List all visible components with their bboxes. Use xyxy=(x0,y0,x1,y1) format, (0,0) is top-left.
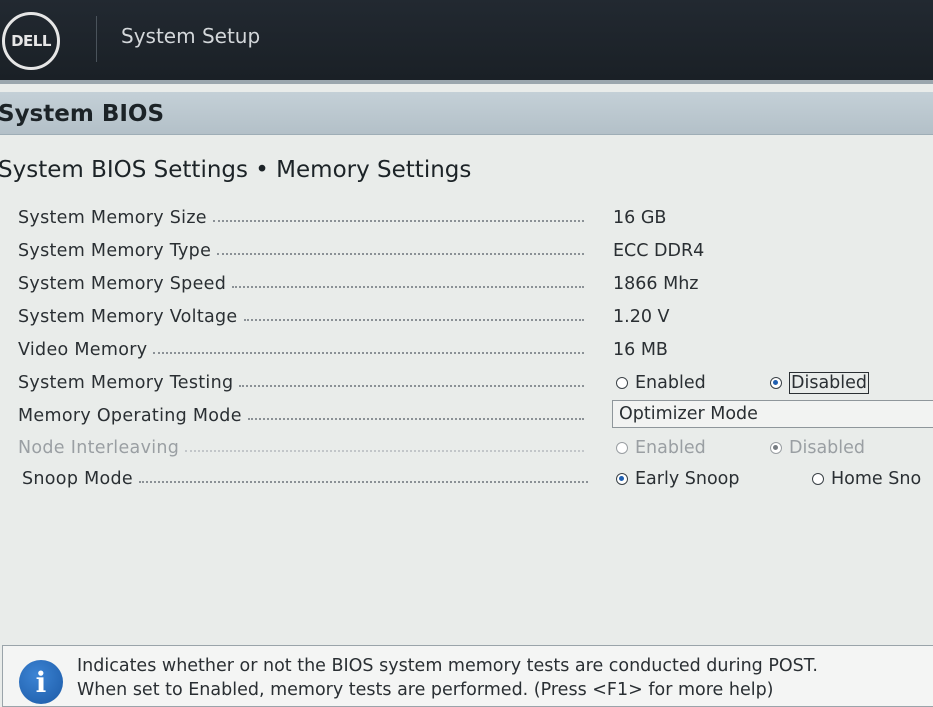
help-line-1: Indicates whether or not the BIOS system… xyxy=(77,656,818,676)
setting-value: 16 GB xyxy=(613,208,667,228)
radio-enabled[interactable]: Enabled xyxy=(616,370,706,396)
info-icon: i xyxy=(19,660,63,704)
setting-label: System Memory Speed xyxy=(18,274,227,294)
leader-dots xyxy=(153,352,584,354)
leader-dots xyxy=(243,319,584,321)
radio-selected-icon xyxy=(616,473,628,485)
leader-dots xyxy=(138,481,588,483)
help-text: Indicates whether or not the BIOS system… xyxy=(77,654,818,702)
setting-row-snoop-mode: Snoop Mode Early Snoop Home Sno xyxy=(0,466,933,496)
setting-row-system-memory-testing: System Memory Testing Enabled Disabled xyxy=(0,370,933,400)
setting-label: System Memory Testing xyxy=(18,373,234,393)
leader-dots xyxy=(212,220,584,222)
setting-row-system-memory-voltage: System Memory Voltage 1.20 V xyxy=(0,304,933,334)
setting-row-memory-operating-mode: Memory Operating Mode Optimizer Mode xyxy=(0,400,933,433)
radio-enabled: Enabled xyxy=(616,435,706,461)
setting-label: Video Memory xyxy=(18,340,148,360)
radio-label: Home Sno xyxy=(831,469,922,489)
header-divider xyxy=(96,16,97,62)
radio-unselected-icon xyxy=(616,377,628,389)
leader-dots xyxy=(185,450,584,452)
setting-row-video-memory: Video Memory 16 MB xyxy=(0,337,933,367)
setting-label: Snoop Mode xyxy=(22,469,133,489)
setting-label: System Memory Voltage xyxy=(18,307,238,327)
radio-selected-icon xyxy=(770,442,782,454)
setting-row-system-memory-type: System Memory Type ECC DDR4 xyxy=(0,238,933,268)
setting-value: 16 MB xyxy=(613,340,668,360)
top-bar: DELL System Setup xyxy=(0,0,933,84)
leader-dots xyxy=(239,385,584,387)
radio-label: Early Snoop xyxy=(635,469,740,489)
radio-early-snoop[interactable]: Early Snoop xyxy=(616,466,739,492)
radio-label: Enabled xyxy=(635,373,706,393)
radio-label: Disabled xyxy=(789,372,870,394)
radio-selected-icon xyxy=(770,377,782,389)
dell-logo: DELL xyxy=(2,12,60,70)
leader-dots xyxy=(247,418,584,420)
setting-value: ECC DDR4 xyxy=(613,241,705,261)
radio-disabled[interactable]: Disabled xyxy=(770,370,870,396)
setting-row-system-memory-size: System Memory Size 16 GB xyxy=(0,205,933,235)
radio-label: Enabled xyxy=(635,438,706,458)
radio-label: Disabled xyxy=(789,438,866,458)
radio-disabled: Disabled xyxy=(770,435,865,461)
setting-label: Memory Operating Mode xyxy=(18,406,242,426)
leader-dots xyxy=(217,253,584,255)
radio-unselected-icon xyxy=(616,442,628,454)
section-bar: System BIOS xyxy=(0,92,933,135)
section-title: System BIOS xyxy=(0,101,165,127)
setting-label: System Memory Size xyxy=(18,208,207,228)
setting-label: System Memory Type xyxy=(18,241,212,261)
app-title: System Setup xyxy=(121,24,261,48)
setting-row-node-interleaving: Node Interleaving Enabled Disabled xyxy=(0,435,933,465)
setting-value: 1.20 V xyxy=(613,307,670,327)
setting-row-system-memory-speed: System Memory Speed 1866 Mhz xyxy=(0,271,933,301)
radio-home-snoop[interactable]: Home Sno xyxy=(812,466,921,492)
memory-operating-mode-select[interactable]: Optimizer Mode xyxy=(612,400,933,428)
leader-dots xyxy=(232,286,584,288)
help-panel: i Indicates whether or not the BIOS syst… xyxy=(2,645,933,707)
help-line-2: When set to Enabled, memory tests are pe… xyxy=(77,680,774,700)
breadcrumb: System BIOS Settings • Memory Settings xyxy=(0,157,472,183)
radio-unselected-icon xyxy=(812,473,824,485)
setting-value: 1866 Mhz xyxy=(613,274,699,294)
setting-label: Node Interleaving xyxy=(18,438,180,458)
